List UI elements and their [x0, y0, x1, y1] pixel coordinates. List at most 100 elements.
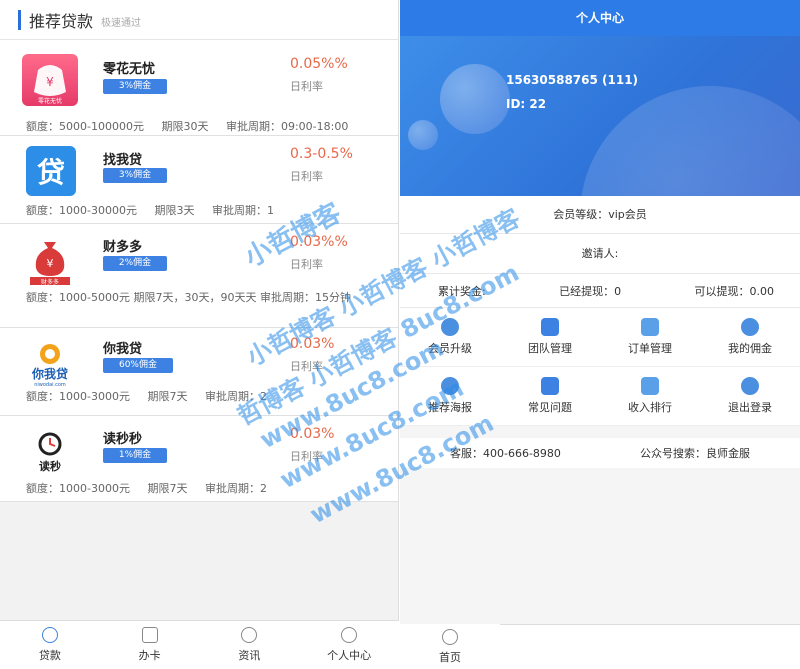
- loan-amount: 额度：1000-3000元: [26, 390, 130, 403]
- dmm-logo-icon: 读秒: [22, 424, 78, 476]
- contact-row: 客服：400-666-8980 公众号搜索：良师金服: [400, 438, 800, 468]
- rate-label: 日利率: [290, 450, 323, 463]
- tab-profile[interactable]: 个人中心: [299, 621, 399, 669]
- grid-label: 退出登录: [728, 401, 772, 414]
- loan-amount: 额度：1000-30000元: [26, 204, 137, 217]
- loan-meta: 额度：1000-3000元 期限7天 审批周期：2: [26, 480, 281, 496]
- zwd-logo-icon: 贷: [26, 146, 76, 196]
- coins-icon: [641, 377, 659, 395]
- decor-bubble: [440, 64, 510, 134]
- money-bag-icon: [442, 628, 458, 645]
- service-phone: 客服：400-666-8980: [450, 447, 561, 460]
- rate-label: 日利率: [290, 80, 323, 93]
- decor-bubble: [408, 120, 438, 150]
- decor-bubble: [580, 86, 800, 196]
- function-grid: 会员升级 团队管理 订单管理 我的佣金 推荐海报 常见问题 收入排行 退出登录: [400, 308, 800, 426]
- loan-approval: 审批周期：2: [204, 390, 267, 403]
- grid-label: 团队管理: [528, 342, 572, 355]
- user-phone: 15630588765 (111): [506, 73, 639, 87]
- loan-item[interactable]: 贷 找我贷 3%佣金 0.3-0.5% 日利率 额度：1000-30000元 期…: [0, 136, 398, 224]
- loan-meta: 额度：5000-100000元 期限30天 审批周期：09:00-18:00: [26, 118, 362, 134]
- bottom-tab-bar: 贷款 办卡 资讯 个人中心: [0, 620, 399, 669]
- grid-label: 会员升级: [428, 342, 472, 355]
- member-level: 会员等级：vip会员: [400, 196, 800, 234]
- svg-text:财多多: 财多多: [41, 278, 59, 286]
- left-header: 推荐贷款 极速通过: [0, 0, 398, 40]
- tab-label: 资讯: [238, 649, 261, 662]
- grid-label: 推荐海报: [428, 401, 472, 414]
- chat-icon: [741, 377, 759, 395]
- tab-loans[interactable]: 贷款: [0, 621, 100, 669]
- svg-text:零花无忧: 零花无忧: [38, 97, 62, 105]
- user-id: ID: 22: [506, 97, 547, 111]
- commission-badge: 60%佣金: [103, 358, 173, 373]
- svg-text:¥: ¥: [46, 75, 54, 89]
- grid-logout[interactable]: 退出登录: [700, 367, 800, 426]
- profile-banner: 15630588765 (111) ID: 22: [400, 36, 800, 196]
- loan-item[interactable]: ¥ 零花无忧 零花无忧 3%佣金 0.05%% 日利率 额度：5000-1000…: [0, 40, 398, 136]
- loan-rate: 0.03%: [290, 336, 335, 352]
- loan-meta: 额度：1000-5000元 期限7天，30天，90天天 审批周期：15分钟: [26, 291, 351, 304]
- commission-badge: 3%佣金: [103, 79, 167, 94]
- page-subtitle: 极速通过: [101, 18, 142, 29]
- users-icon: [441, 377, 459, 395]
- tab-label: 贷款: [38, 649, 61, 662]
- loan-name: 你我贷: [103, 342, 143, 357]
- grid-team[interactable]: 团队管理: [500, 308, 600, 367]
- loan-rate: 0.3-0.5%: [290, 146, 353, 162]
- tab-label: 个人中心: [327, 649, 372, 662]
- grid-ranking[interactable]: 收入排行: [600, 367, 700, 426]
- total-bonus: 累计奖金:: [438, 284, 486, 298]
- news-icon: [241, 627, 258, 643]
- grid-upgrade[interactable]: 会员升级: [400, 308, 500, 367]
- grid-poster[interactable]: 推荐海报: [400, 367, 500, 426]
- loan-name: 财多多: [103, 240, 143, 255]
- available-amount: 可以提现：0.00: [694, 284, 775, 298]
- withdrawn-amount: 已经提现：0: [559, 284, 622, 298]
- lhwy-logo-icon: ¥ 零花无忧: [22, 54, 78, 106]
- profile-panel: 个人中心 15630588765 (111) ID: 22 会员等级：vip会员…: [400, 0, 800, 669]
- nwd-logo-icon: 你我贷 niwodai.com: [22, 336, 78, 388]
- user-icon: [341, 627, 358, 643]
- card-icon: [141, 627, 158, 643]
- coins-icon: [641, 318, 659, 336]
- chat-icon: [741, 318, 759, 336]
- grid-faq[interactable]: 常见问题: [500, 367, 600, 426]
- loan-term: 期限30天: [161, 120, 209, 133]
- tab-news[interactable]: 资讯: [200, 621, 300, 669]
- tab-home[interactable]: 首页: [400, 624, 500, 669]
- grid-label: 我的佣金: [728, 342, 772, 355]
- loan-item[interactable]: 你我贷 niwodai.com 你我贷 60%佣金 0.03% 日利率 额度：1…: [0, 328, 398, 416]
- loan-meta: 额度：1000-30000元 期限3天 审批周期：1: [26, 202, 288, 218]
- tab-cards[interactable]: 办卡: [100, 621, 200, 669]
- loan-term: 期限7天: [147, 390, 188, 403]
- money-bag-icon: [41, 627, 58, 643]
- rate-label: 日利率: [290, 360, 323, 373]
- commission-badge: 1%佣金: [103, 448, 167, 463]
- grid-commission[interactable]: 我的佣金: [700, 308, 800, 367]
- rate-label: 日利率: [290, 170, 323, 183]
- inviter: 邀请人:: [400, 234, 800, 274]
- grid-orders[interactable]: 订单管理: [600, 308, 700, 367]
- rate-label: 日利率: [290, 258, 323, 271]
- money-bag-logo-icon: ¥ 财多多: [22, 234, 78, 286]
- loan-item[interactable]: ¥ 财多多 财多多 2%佣金 0.03%% 日利率 额度：1000-5000元 …: [0, 224, 398, 328]
- tab-label: 首页: [439, 650, 461, 664]
- loan-rate: 0.05%%: [290, 56, 348, 72]
- grid-label: 订单管理: [628, 342, 672, 355]
- earnings-row: 累计奖金: 已经提现：0 可以提现：0.00: [400, 274, 800, 308]
- loan-approval: 审批周期：09:00-18:00: [225, 120, 349, 133]
- loan-rate: 0.03%%: [290, 234, 348, 250]
- svg-text:¥: ¥: [47, 257, 54, 270]
- loan-term: 期限7天: [147, 482, 188, 495]
- loan-meta: 额度：1000-3000元 期限7天 审批周期：2: [26, 388, 281, 404]
- loan-rate: 0.03%: [290, 426, 335, 442]
- loan-amount: 额度：1000-3000元: [26, 482, 130, 495]
- commission-badge: 3%佣金: [103, 168, 167, 183]
- loan-panel: 推荐贷款 极速通过 ¥ 零花无忧 零花无忧 3%佣金 0.05%% 日利率 额度…: [0, 0, 399, 669]
- loan-list: ¥ 零花无忧 零花无忧 3%佣金 0.05%% 日利率 额度：5000-1000…: [0, 40, 398, 502]
- users-icon: [441, 318, 459, 336]
- loan-approval: 审批周期：1: [211, 204, 274, 217]
- profile-header: 个人中心: [400, 0, 800, 36]
- loan-item[interactable]: 读秒 读秒秒 1%佣金 0.03% 日利率 额度：1000-3000元 期限7天…: [0, 416, 398, 502]
